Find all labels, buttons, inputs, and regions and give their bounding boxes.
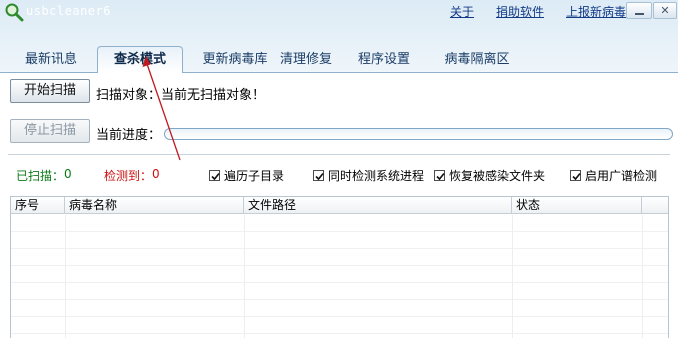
column-divider	[65, 215, 66, 338]
row-divider	[11, 299, 668, 300]
option-restore-folders[interactable]: 恢复被感染文件夹	[434, 167, 545, 184]
row-divider	[11, 316, 668, 317]
checkmark-icon	[315, 172, 324, 181]
row-divider	[11, 282, 668, 283]
tab-update-database[interactable]: 更新病毒库	[192, 48, 278, 72]
option-heuristic-scan[interactable]: 启用广谱检测	[570, 167, 657, 184]
detected-label: 检测到：	[104, 169, 153, 183]
column-divider	[512, 215, 513, 338]
option-label: 遍历子目录	[224, 169, 285, 183]
checkmark-icon	[211, 172, 220, 181]
checkbox[interactable]	[570, 170, 581, 181]
about-link[interactable]: 关于	[450, 3, 474, 20]
scanned-count: 0	[64, 167, 72, 181]
results-table[interactable]: 序号 病毒名称 文件路径 状态	[10, 196, 669, 338]
checkmark-icon	[436, 172, 445, 181]
progress-label: 当前进度：	[96, 128, 162, 143]
start-scan-button[interactable]: 开始扫描	[10, 79, 90, 103]
column-divider	[244, 215, 245, 338]
scan-progress-bar	[164, 128, 673, 140]
option-label: 启用广谱检测	[585, 169, 658, 183]
option-label: 同时检测系统进程	[328, 169, 425, 183]
column-header-virus-name[interactable]: 病毒名称	[65, 197, 244, 214]
stop-scan-button[interactable]: 停止扫描	[10, 119, 90, 143]
minimize-button[interactable]	[626, 2, 652, 19]
table-header: 序号 病毒名称 文件路径 状态	[11, 197, 668, 214]
tab-program-settings[interactable]: 程序设置	[354, 48, 414, 72]
row-divider	[11, 248, 668, 249]
close-button[interactable]: ✕	[653, 2, 677, 19]
column-header-filler	[642, 197, 668, 214]
row-divider	[11, 333, 668, 334]
tab-clean-repair[interactable]: 清理修复	[276, 48, 336, 72]
title-bar: usbcleaner6 关于 捐助软件 上报新病毒 ✕	[0, 0, 678, 24]
checkbox[interactable]	[434, 170, 445, 181]
checkmark-icon	[572, 172, 581, 181]
checkbox[interactable]	[209, 170, 220, 181]
top-links: 关于 捐助软件 上报新病毒	[450, 3, 626, 20]
report-virus-link[interactable]: 上报新病毒	[566, 3, 626, 20]
column-divider	[642, 215, 643, 338]
window-title: usbcleaner6	[26, 4, 111, 18]
column-header-file-path[interactable]: 文件路径	[244, 197, 512, 214]
donate-link[interactable]: 捐助软件	[496, 3, 544, 20]
row-divider	[11, 265, 668, 266]
option-label: 恢复被感染文件夹	[449, 169, 546, 183]
tab-bar: 最新讯息 查杀模式 更新病毒库 清理修复 程序设置 病毒隔离区	[0, 46, 678, 73]
scan-target-value: 当前无扫描对象！	[161, 88, 266, 103]
tab-scan-mode[interactable]: 查杀模式	[97, 46, 183, 73]
section-divider	[8, 154, 670, 155]
option-recurse-subdirs[interactable]: 遍历子目录	[209, 167, 284, 184]
scanned-label: 已扫描：	[16, 169, 65, 183]
row-divider	[11, 231, 668, 232]
tab-latest-news[interactable]: 最新讯息	[14, 48, 88, 72]
tab-quarantine[interactable]: 病毒隔离区	[440, 48, 514, 72]
detected-count: 0	[152, 167, 160, 181]
magnifier-icon	[5, 3, 24, 22]
checkbox[interactable]	[313, 170, 324, 181]
scan-panel: 开始扫描 扫描对象： 当前无扫描对象！ 停止扫描 当前进度： 已扫描： 0 检测…	[0, 72, 678, 338]
column-header-status[interactable]: 状态	[512, 197, 642, 214]
option-scan-processes[interactable]: 同时检测系统进程	[313, 167, 424, 184]
column-header-index[interactable]: 序号	[11, 197, 65, 214]
scan-target-label: 扫描对象：	[96, 88, 162, 103]
